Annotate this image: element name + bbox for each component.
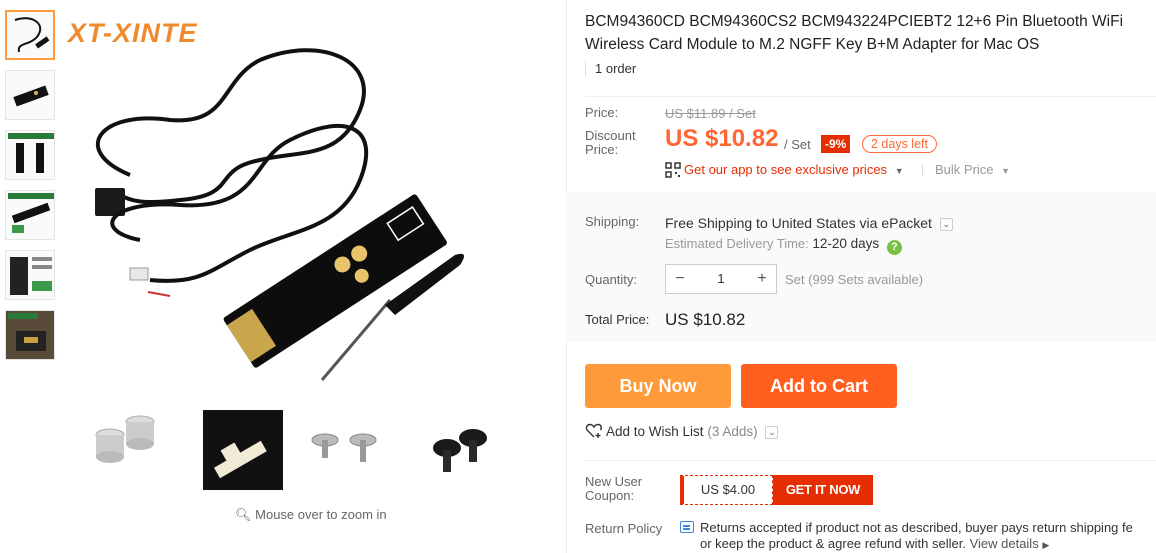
cable-2-connector bbox=[129, 267, 149, 281]
time-left-badge: 2 days left bbox=[862, 135, 937, 153]
gallery-silver-screws[interactable] bbox=[303, 410, 383, 490]
thumbnail-spec-image bbox=[10, 257, 52, 295]
thumbnail-dimensions-image bbox=[8, 193, 54, 233]
help-icon[interactable]: ? bbox=[886, 240, 902, 255]
order-count: 1 order bbox=[585, 61, 636, 76]
view-details-text: View details bbox=[969, 536, 1039, 551]
return-line-1: Returns accepted if product not as descr… bbox=[700, 520, 1133, 535]
return-line-2: or keep the product & agree refund with … bbox=[700, 536, 966, 551]
thumbnail-3[interactable] bbox=[5, 130, 55, 180]
shipping-selector[interactable]: Free Shipping to United States via ePack… bbox=[665, 215, 953, 231]
thumbnail-4[interactable] bbox=[5, 190, 55, 240]
coupon-label: New User Coupon: bbox=[585, 474, 643, 503]
bulk-price-dropdown[interactable]: Bulk Price ▼ bbox=[935, 162, 1010, 177]
thumbnail-2[interactable] bbox=[5, 70, 55, 120]
original-price: US $11.89 / Set bbox=[665, 106, 756, 121]
increment-button[interactable]: + bbox=[748, 265, 776, 293]
magnifier-icon: 🔍︎ bbox=[235, 507, 252, 522]
zoom-hint-text: Mouse over to zoom in bbox=[255, 507, 387, 522]
wishlist-text: Add to Wish List bbox=[606, 424, 704, 439]
buy-now-button[interactable]: Buy Now bbox=[585, 364, 731, 408]
coupon-amount: US $4.00 bbox=[680, 475, 773, 505]
red-wire bbox=[147, 291, 171, 297]
nylon-screw-image bbox=[214, 440, 267, 479]
quantity-input[interactable]: 1 bbox=[694, 265, 748, 293]
app-link-text: Get our app to see exclusive prices bbox=[684, 162, 888, 177]
decrement-button[interactable]: − bbox=[666, 265, 694, 293]
thumbnail-card-image bbox=[13, 85, 49, 107]
bulk-price-text: Bulk Price bbox=[935, 162, 994, 177]
stock-availability: Set (999 Sets available) bbox=[785, 272, 924, 287]
view-details-link[interactable]: View details ▶ bbox=[970, 536, 1050, 551]
section-divider bbox=[585, 460, 1156, 461]
silver-screws-image bbox=[311, 433, 377, 462]
gallery-spacers[interactable] bbox=[85, 410, 165, 490]
gallery-black-screws[interactable] bbox=[415, 410, 495, 490]
chevron-down-icon[interactable]: ⌄ bbox=[939, 218, 953, 231]
thumbnail-cable-image bbox=[14, 17, 50, 53]
thumbnail-list bbox=[5, 10, 57, 370]
chevron-down-icon[interactable]: ⌄ bbox=[765, 426, 779, 439]
m2-adapter-board bbox=[223, 194, 447, 368]
add-to-wishlist-button[interactable]: Add to Wish List (3 Adds) ⌄ bbox=[585, 423, 779, 439]
return-policy-icon bbox=[680, 521, 694, 533]
black-screws-image bbox=[433, 429, 487, 472]
price-section: Price: US $11.89 / Set Discount Price: U… bbox=[585, 96, 1156, 196]
discount-badge: -9% bbox=[821, 135, 851, 153]
get-coupon-button[interactable]: GET IT NOW bbox=[773, 475, 873, 505]
price-unit: / Set bbox=[784, 137, 811, 152]
discount-price-label: Discount Price: bbox=[585, 128, 636, 157]
discount-price: US $10.82 bbox=[665, 125, 779, 152]
shipping-label: Shipping: bbox=[585, 214, 640, 229]
price-label: Price: bbox=[585, 105, 619, 120]
total-price-label: Total Price: bbox=[585, 312, 650, 327]
return-policy-label: Return Policy bbox=[585, 521, 663, 536]
zoom-hint: 🔍︎ Mouse over to zoom in bbox=[235, 507, 387, 523]
total-price-value: US $10.82 bbox=[665, 310, 746, 329]
delivery-estimate: Estimated Delivery Time: 12-20 days ? bbox=[665, 236, 902, 255]
add-to-cart-button[interactable]: Add to Cart bbox=[741, 364, 897, 408]
separator bbox=[922, 164, 923, 176]
delivery-label: Estimated Delivery Time: bbox=[665, 236, 809, 251]
thumbnail-6[interactable] bbox=[5, 310, 55, 360]
thumbnail-1[interactable] bbox=[5, 10, 55, 60]
shipping-value: Free Shipping to United States via ePack… bbox=[665, 215, 932, 231]
thumbnail-install-image bbox=[8, 133, 54, 173]
quantity-label: Quantity: bbox=[585, 272, 638, 287]
return-policy-text: Returns accepted if product not as descr… bbox=[700, 520, 1156, 553]
accessory-gallery bbox=[85, 410, 495, 490]
spacer-image bbox=[95, 415, 155, 463]
app-exclusive-price-link[interactable]: Get our app to see exclusive prices ▼ bbox=[684, 162, 904, 177]
delivery-value: 12-20 days bbox=[812, 236, 880, 251]
thumbnail-installed-image bbox=[6, 311, 54, 359]
quantity-stepper: − 1 + bbox=[665, 264, 777, 294]
wishlist-count: (3 Adds) bbox=[707, 424, 758, 439]
new-user-coupon: US $4.00 GET IT NOW bbox=[680, 475, 873, 505]
qr-code-icon bbox=[665, 162, 681, 178]
heart-plus-icon bbox=[585, 423, 602, 438]
product-title: BCM94360CD BCM94360CS2 BCM943224PCIEBT2 … bbox=[585, 13, 1124, 53]
gallery-nylon-screw[interactable] bbox=[203, 410, 283, 490]
product-illustration bbox=[95, 48, 464, 381]
main-product-image[interactable]: XT-XINTE bbox=[60, 0, 560, 400]
thumbnail-5[interactable] bbox=[5, 250, 55, 300]
caret-down-icon: ▼ bbox=[1001, 166, 1011, 176]
caret-right-icon: ▶ bbox=[1042, 540, 1050, 550]
caret-down-icon: ▼ bbox=[894, 166, 904, 176]
